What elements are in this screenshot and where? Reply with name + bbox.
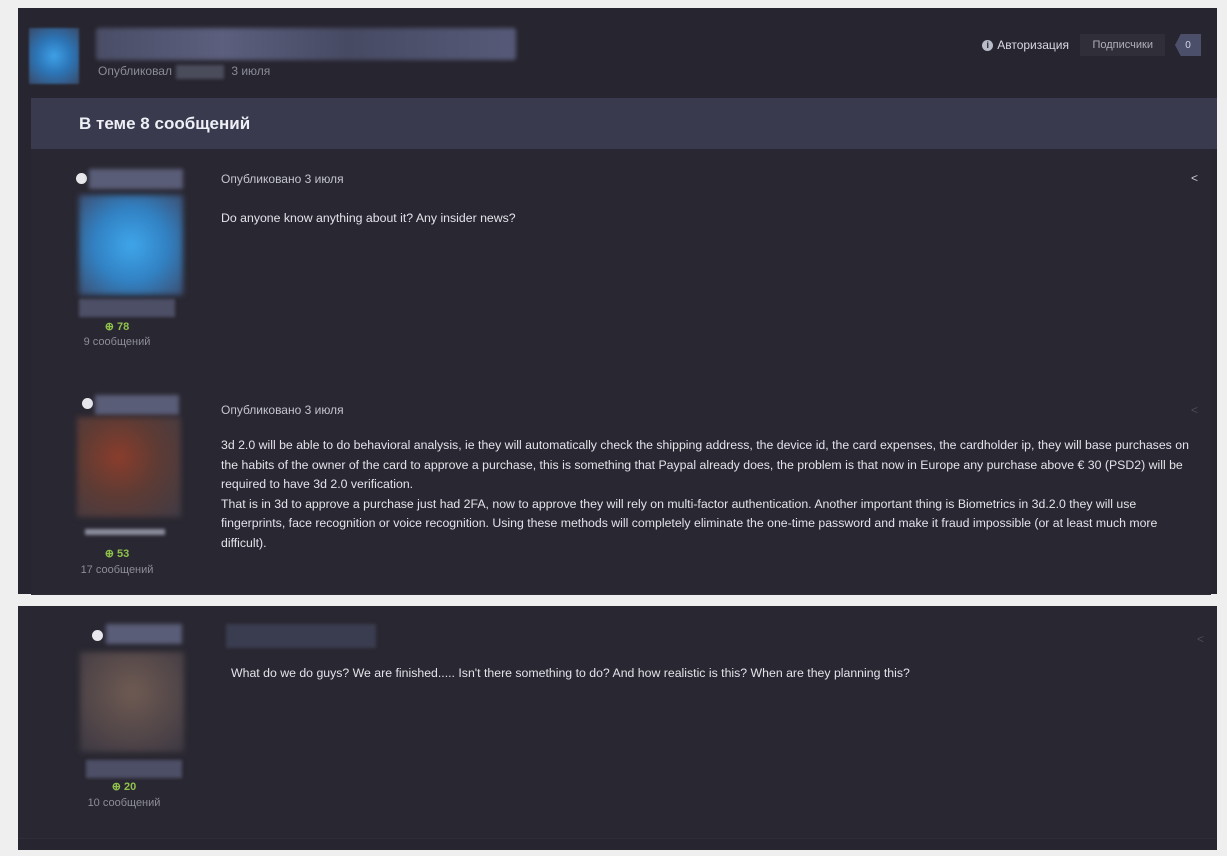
user-rank-redacted xyxy=(85,529,165,535)
user-avatar[interactable] xyxy=(77,417,181,517)
reputation-value: 20 xyxy=(124,781,137,793)
reputation-badge: ⊕ 78 xyxy=(31,320,203,333)
topic-author-avatar[interactable] xyxy=(29,28,79,84)
post-date[interactable]: Опубликовано 3 июля xyxy=(221,172,344,186)
topic-title-redacted xyxy=(96,28,516,60)
post-paragraph: 3d 2.0 will be able to do behavioral ana… xyxy=(221,438,1189,491)
followers-count: 0 xyxy=(1185,39,1191,51)
online-status-indicator xyxy=(92,630,103,641)
topic-panel-continued: ⊕ 20 10 сообщений What do we do guys? We… xyxy=(18,606,1217,850)
user-rank-redacted xyxy=(79,299,175,317)
reputation-badge: ⊕ 20 xyxy=(38,780,210,793)
share-icon[interactable]: < xyxy=(1191,171,1203,185)
post: ⊕ 78 9 сообщений Опубликовано 3 июля Do … xyxy=(31,149,1211,372)
reputation-value: 78 xyxy=(117,321,130,333)
post-body: What do we do guys? We are finished.....… xyxy=(231,666,910,680)
reputation-value: 53 xyxy=(117,548,130,560)
post: ⊕ 53 17 сообщений Опубликовано 3 июля 3d… xyxy=(31,371,1211,595)
user-rank-redacted xyxy=(86,760,182,778)
published-date: 3 июля xyxy=(231,64,271,78)
plus-circle-icon: ⊕ xyxy=(111,781,121,793)
topic-count-label: В теме 8 сообщений xyxy=(79,113,251,133)
post: ⊕ 20 10 сообщений What do we do guys? We… xyxy=(18,606,1217,839)
post-date-redacted[interactable] xyxy=(226,624,376,648)
username-redacted[interactable] xyxy=(95,395,179,415)
login-link[interactable]: i Авторизация xyxy=(982,38,1069,52)
post-paragraph: That is in 3d to approve a purchase just… xyxy=(221,496,1158,550)
username-redacted[interactable] xyxy=(106,624,182,644)
plus-circle-icon: ⊕ xyxy=(104,548,114,560)
topic-meta: Опубликовал 3 июля xyxy=(98,64,270,79)
login-label: Авторизация xyxy=(997,38,1069,52)
post-body: Do anyone know anything about it? Any in… xyxy=(221,211,516,225)
topic-panel: Опубликовал 3 июля i Авторизация Подписч… xyxy=(18,8,1217,595)
online-status-indicator xyxy=(82,398,93,409)
online-status-indicator xyxy=(76,173,87,184)
post-date[interactable]: Опубликовано 3 июля xyxy=(221,403,344,417)
reputation-badge: ⊕ 53 xyxy=(31,547,203,560)
username-redacted[interactable] xyxy=(89,169,183,189)
user-post-count: 9 сообщений xyxy=(83,336,151,348)
share-icon[interactable]: < xyxy=(1191,403,1203,417)
user-avatar[interactable] xyxy=(79,195,183,295)
user-post-count: 10 сообщений xyxy=(87,797,161,809)
followers-label: Подписчики xyxy=(1092,39,1153,51)
post-body: 3d 2.0 will be able to do behavioral ana… xyxy=(221,436,1196,553)
user-avatar[interactable] xyxy=(80,652,184,752)
followers-count-badge: 0 xyxy=(1175,34,1201,56)
published-by-label: Опубликовал xyxy=(98,64,172,78)
topic-count-bar: В теме 8 сообщений xyxy=(31,98,1217,149)
user-post-count: 17 сообщений xyxy=(80,564,154,576)
topic-header: Опубликовал 3 июля i Авторизация Подписч… xyxy=(18,8,1217,98)
info-icon: i xyxy=(982,39,994,51)
share-icon[interactable]: < xyxy=(1197,632,1209,646)
plus-circle-icon: ⊕ xyxy=(104,321,114,333)
author-name-redacted[interactable] xyxy=(175,64,224,79)
followers-button[interactable]: Подписчики xyxy=(1080,34,1165,56)
